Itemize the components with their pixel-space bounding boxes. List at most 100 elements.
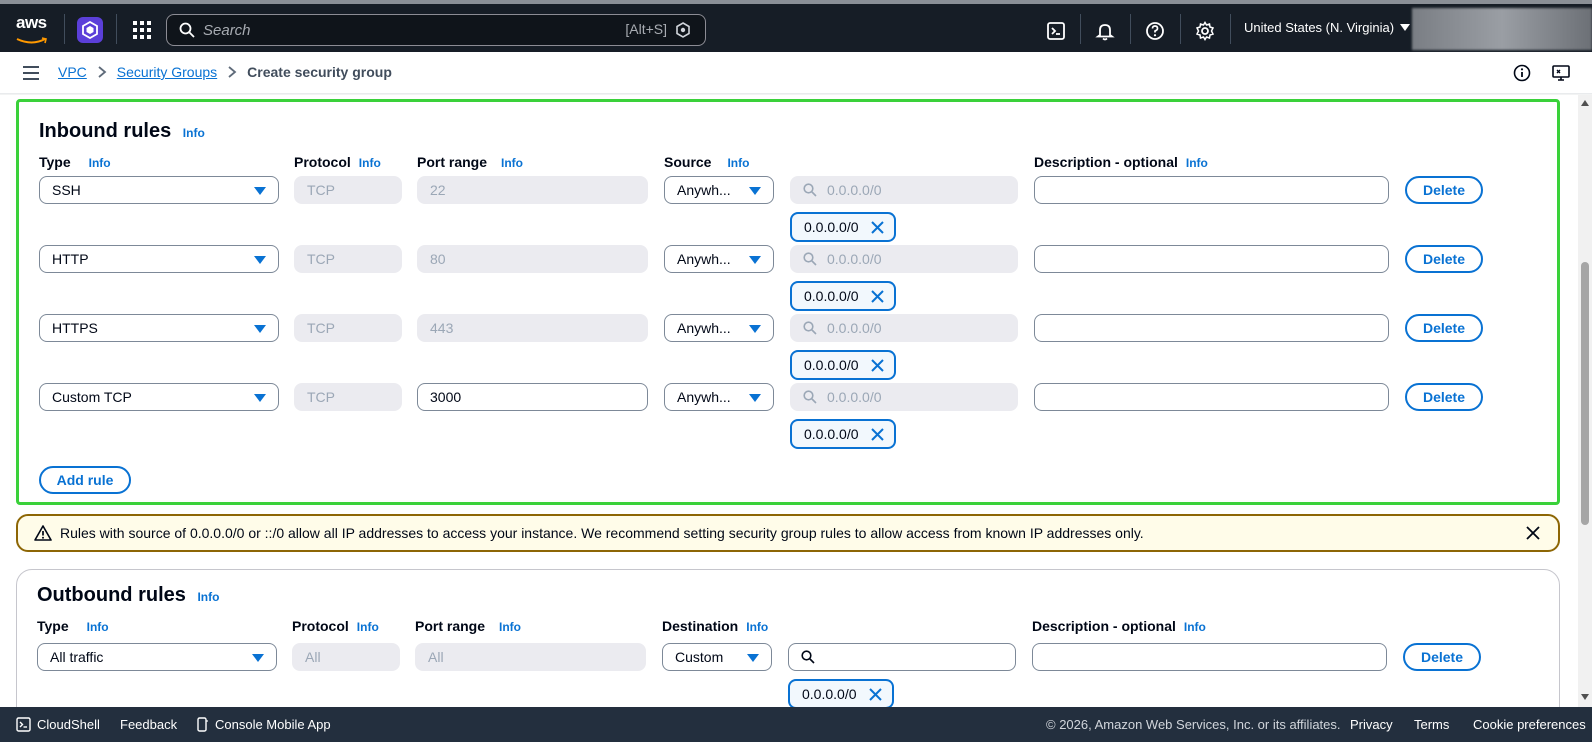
top-navigation: aws Search [Alt+S] United States (N. Vir… <box>0 0 1592 52</box>
services-grid-icon[interactable] <box>132 20 152 40</box>
source-info-link[interactable]: Info <box>727 156 749 170</box>
search-icon <box>179 22 195 38</box>
search-icon <box>803 183 817 197</box>
remove-token-icon[interactable] <box>869 688 882 701</box>
remove-token-icon[interactable] <box>871 221 884 234</box>
product-hexagon-icon[interactable] <box>77 17 103 43</box>
remove-token-icon[interactable] <box>871 290 884 303</box>
inbound-description-input[interactable] <box>1034 176 1389 204</box>
footer-terms-link[interactable]: Terms <box>1414 717 1449 732</box>
footer-cookie-preferences-link[interactable]: Cookie preferences <box>1473 717 1586 732</box>
settings-gear-icon[interactable] <box>1195 21 1215 41</box>
breadcrumb-vpc[interactable]: VPC <box>58 64 87 80</box>
inbound-cidr-search-input: 0.0.0.0/0 <box>790 176 1018 204</box>
cidr-token: 0.0.0.0/0 <box>790 419 896 449</box>
footer-mobile-app[interactable]: Console Mobile App <box>197 717 331 732</box>
inbound-port-field[interactable]: 3000 <box>417 383 648 411</box>
inbound-cidr-search-input: 0.0.0.0/0 <box>790 314 1018 342</box>
scroll-up-arrow-icon[interactable] <box>1581 100 1589 106</box>
outbound-info-link[interactable]: Info <box>197 590 219 604</box>
nav-divider <box>116 14 117 44</box>
help-icon[interactable] <box>1145 21 1165 41</box>
notifications-bell-icon[interactable] <box>1095 21 1115 41</box>
inbound-type-select[interactable]: SSH <box>39 176 279 204</box>
inbound-type-select[interactable]: Custom TCP <box>39 383 279 411</box>
port-range-info-link[interactable]: Info <box>499 620 521 634</box>
amazon-q-icon[interactable] <box>675 22 691 38</box>
nav-divider <box>64 14 65 44</box>
cidr-token: 0.0.0.0/0 <box>788 679 894 707</box>
cidr-token: 0.0.0.0/0 <box>790 212 896 242</box>
footer-copyright: © 2026, Amazon Web Services, Inc. or its… <box>1046 717 1341 732</box>
inbound-description-input[interactable] <box>1034 383 1389 411</box>
inbound-port-field: 443 <box>417 314 648 342</box>
inbound-type-select[interactable]: HTTP <box>39 245 279 273</box>
description-info-link[interactable]: Info <box>1184 620 1206 634</box>
type-info-link[interactable]: Info <box>87 620 109 634</box>
outbound-rules-heading: Outbound rules Info <box>37 584 220 606</box>
scroll-down-arrow-icon[interactable] <box>1581 694 1589 700</box>
cidr-token: 0.0.0.0/0 <box>790 281 896 311</box>
inbound-delete-button[interactable]: Delete <box>1405 245 1483 273</box>
protocol-info-link[interactable]: Info <box>357 620 379 634</box>
scrollbar-thumb[interactable] <box>1581 262 1589 525</box>
aws-logo[interactable]: aws <box>16 14 50 44</box>
outbound-delete-button[interactable]: Delete <box>1403 643 1481 671</box>
inbound-port-field: 22 <box>417 176 648 204</box>
remove-token-icon[interactable] <box>871 428 884 441</box>
protocol-info-link[interactable]: Info <box>359 156 381 170</box>
search-placeholder: Search <box>203 21 251 39</box>
region-selector[interactable]: United States (N. Virginia) <box>1244 20 1411 35</box>
description-info-link[interactable]: Info <box>1186 156 1208 170</box>
caret-down-icon <box>1400 23 1411 31</box>
breadcrumb-bar: VPC Security Groups Create security grou… <box>0 52 1592 94</box>
inbound-description-input[interactable] <box>1034 245 1389 273</box>
chevron-right-icon <box>98 66 107 78</box>
inbound-protocol-field: TCP <box>294 314 402 342</box>
info-circle-icon[interactable] <box>1513 64 1531 82</box>
console-footer: CloudShell Feedback Console Mobile App ©… <box>0 707 1592 742</box>
menu-hamburger-icon[interactable] <box>23 66 39 80</box>
inbound-type-select[interactable]: HTTPS <box>39 314 279 342</box>
warning-alert: Rules with source of 0.0.0.0/0 or ::/0 a… <box>16 514 1560 552</box>
outbound-cidr-search-input[interactable] <box>788 643 1016 671</box>
global-search-input[interactable]: Search [Alt+S] <box>166 14 706 46</box>
add-rule-button[interactable]: Add rule <box>39 466 131 494</box>
inbound-info-link[interactable]: Info <box>183 126 205 140</box>
outbound-type-select[interactable]: All traffic <box>37 643 277 671</box>
inbound-source-select[interactable]: Anywh... <box>664 176 774 204</box>
warning-triangle-icon <box>34 525 52 541</box>
type-info-link[interactable]: Info <box>89 156 111 170</box>
footer-feedback[interactable]: Feedback <box>120 717 177 732</box>
inbound-delete-button[interactable]: Delete <box>1405 383 1483 411</box>
breadcrumb-current: Create security group <box>247 64 392 80</box>
footer-cloudshell[interactable]: CloudShell <box>16 717 100 732</box>
inbound-description-input[interactable] <box>1034 314 1389 342</box>
inbound-source-select[interactable]: Anywh... <box>664 314 774 342</box>
account-menu[interactable] <box>1412 8 1592 50</box>
col-description: Description - optional Info <box>1032 618 1206 634</box>
outbound-destination-select[interactable]: Custom <box>662 643 772 671</box>
aws-smile-icon <box>16 37 47 44</box>
inbound-source-select[interactable]: Anywh... <box>664 245 774 273</box>
nav-divider <box>1180 14 1181 44</box>
close-icon[interactable] <box>1526 526 1540 540</box>
outbound-rules-panel: Outbound rules Info Type Info Protocol Inf… <box>16 569 1560 707</box>
inbound-delete-button[interactable]: Delete <box>1405 314 1483 342</box>
inbound-source-select[interactable]: Anywh... <box>664 383 774 411</box>
remove-token-icon[interactable] <box>871 359 884 372</box>
region-label: United States (N. Virginia) <box>1244 20 1395 35</box>
destination-info-link[interactable]: Info <box>746 620 768 634</box>
footer-privacy-link[interactable]: Privacy <box>1350 717 1393 732</box>
breadcrumb: VPC Security Groups Create security grou… <box>58 64 392 80</box>
feedback-screen-icon[interactable] <box>1552 64 1570 82</box>
outbound-description-input[interactable] <box>1032 643 1387 671</box>
col-port-range: Port range Info <box>417 154 524 170</box>
inbound-delete-button[interactable]: Delete <box>1405 176 1483 204</box>
col-destination: Destination Info <box>662 618 769 634</box>
breadcrumb-security-groups[interactable]: Security Groups <box>117 64 217 80</box>
port-range-info-link[interactable]: Info <box>501 156 523 170</box>
inbound-rules-panel: Inbound rules Info Type Info Protocol Info… <box>16 99 1560 505</box>
chevron-right-icon <box>228 66 237 78</box>
cloudshell-icon[interactable] <box>1046 21 1066 41</box>
